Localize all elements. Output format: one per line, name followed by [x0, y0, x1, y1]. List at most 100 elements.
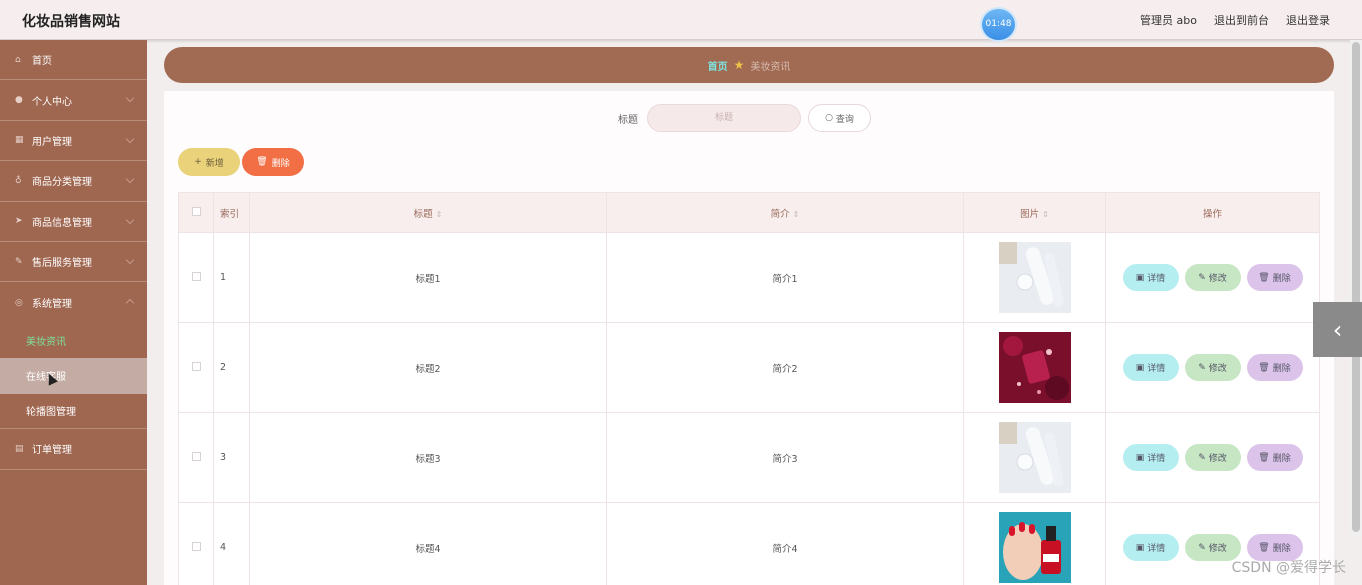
red-cosmetics-photo[interactable]	[998, 332, 1071, 403]
breadcrumb-home-link[interactable]: 首页	[708, 58, 728, 73]
search-button[interactable]: ○ 查询	[808, 104, 871, 132]
sidebar-item-label: 首页	[32, 56, 52, 68]
trash-icon: 🗑	[1258, 272, 1270, 283]
collapse-panel-button[interactable]: ‹	[1313, 302, 1362, 357]
add-button[interactable]: + 新增	[178, 148, 240, 176]
search-icon: ○	[825, 113, 833, 123]
delete-button[interactable]: 🗑 删除	[1246, 264, 1303, 291]
row-checkbox[interactable]	[191, 361, 201, 371]
star-icon: ★	[733, 58, 745, 72]
select-all-cell	[178, 192, 214, 233]
top-right-links: 管理员 abo 退出到前台 退出登录	[1140, 12, 1330, 28]
sidebar: ⌂ 首页 ● 个人中心 ▦ 用户管理 ♁ 商品分类管理 ➤ 商品信息管理 ✎ 售…	[0, 40, 147, 585]
skincare-photo[interactable]	[998, 242, 1071, 313]
edit-button[interactable]: ✎ 修改	[1184, 444, 1241, 471]
admin-user-label: 管理员 abo	[1140, 14, 1197, 27]
header-index: 索引	[213, 192, 250, 233]
delete-button-label: 删除	[271, 158, 290, 169]
sidebar-item-label: 系统管理	[32, 299, 72, 311]
sidebar-item-label: 商品信息管理	[32, 217, 92, 229]
table-row: 2 标题2 简介2 ▣ 详情 ✎ 修改 🗑 删除	[178, 322, 1320, 413]
detail-button-label: 详情	[1147, 544, 1166, 554]
row-intro: 简介3	[606, 412, 964, 503]
row-index: 3	[213, 412, 250, 503]
header-intro[interactable]: 简介 ⇕	[606, 192, 964, 233]
row-title: 标题3	[249, 412, 607, 503]
sidebar-item-label: 售后服务管理	[32, 258, 92, 270]
scrollbar-thumb[interactable]	[1352, 42, 1360, 532]
delete-button-label: 删除	[1272, 454, 1291, 464]
table-row: 1 标题1 简介1 ▣ 详情 ✎ 修改 🗑 删除	[178, 232, 1320, 323]
select-all-checkbox[interactable]	[191, 206, 201, 216]
header-ops: 操作	[1105, 192, 1320, 233]
sort-icon: ⇕	[792, 209, 800, 219]
chevron-up-icon	[125, 299, 135, 308]
detail-button[interactable]: ▣ 详情	[1122, 444, 1179, 471]
sidebar-item-label: 订单管理	[32, 445, 72, 457]
detail-button-label: 详情	[1147, 274, 1166, 284]
sort-icon: ⇕	[435, 209, 443, 219]
header-image[interactable]: 图片 ⇕	[963, 192, 1106, 233]
grid-icon: ▦	[15, 135, 24, 146]
search-title-input[interactable]: 标题	[647, 104, 801, 132]
chevron-down-icon	[125, 255, 135, 265]
sidebar-subitem-online-service[interactable]: 在线客服	[0, 358, 147, 394]
search-button-label: 查询	[835, 114, 854, 125]
breadcrumb-current: 美妆资讯	[750, 61, 791, 73]
edit-button-label: 修改	[1208, 364, 1227, 374]
sidebar-subitem-carousel[interactable]: 轮播图管理	[0, 394, 147, 430]
news-table: 索引 标题 ⇕ 简介 ⇕ 图片 ⇕ 操作 1 标题1 简介1 ▣ 详情 ✎ 修改 🗑 删除 …	[178, 192, 1320, 585]
settings-icon: ◎	[15, 297, 23, 308]
sidebar-item-category-management[interactable]: ♁ 商品分类管理	[0, 161, 147, 202]
detail-button-label: 详情	[1147, 454, 1166, 464]
sidebar-subitem-beauty-news[interactable]: 美妆资讯	[0, 323, 147, 359]
batch-delete-button[interactable]: 🗑 删除	[242, 148, 304, 176]
detail-button[interactable]: ▣ 详情	[1122, 354, 1179, 381]
sidebar-item-order-management[interactable]: ▤ 订单管理	[0, 429, 147, 470]
delete-button[interactable]: 🗑 删除	[1246, 354, 1303, 381]
clock-badge: 01:48	[982, 9, 1015, 40]
sidebar-item-user-management[interactable]: ▦ 用户管理	[0, 121, 147, 162]
detail-button[interactable]: ▣ 详情	[1122, 534, 1179, 561]
delete-button[interactable]: 🗑 删除	[1246, 444, 1303, 471]
chevron-down-icon	[125, 174, 135, 184]
edit-button-label: 修改	[1208, 274, 1227, 284]
sidebar-item-after-sales[interactable]: ✎ 售后服务管理	[0, 242, 147, 283]
row-select-cell	[178, 412, 214, 503]
header-title-label: 标题	[413, 208, 433, 220]
sidebar-item-system-management[interactable]: ◎ 系统管理	[0, 282, 147, 322]
table-icon: ▤	[15, 443, 24, 454]
logout-link[interactable]: 退出登录	[1286, 12, 1330, 28]
chevron-down-icon	[125, 134, 135, 144]
row-checkbox[interactable]	[191, 451, 201, 461]
sidebar-item-home[interactable]: ⌂ 首页	[0, 40, 147, 81]
sidebar-item-personal-center[interactable]: ● 个人中心	[0, 80, 147, 121]
mic-icon: ♁	[15, 175, 22, 186]
edit-button[interactable]: ✎ 修改	[1184, 354, 1241, 381]
row-checkbox[interactable]	[191, 541, 201, 551]
row-index: 1	[213, 232, 250, 323]
nail-polish-photo[interactable]	[998, 512, 1071, 583]
detail-button[interactable]: ▣ 详情	[1122, 264, 1179, 291]
row-intro: 简介1	[606, 232, 964, 323]
header-image-label: 图片	[1020, 208, 1040, 220]
document-icon: ▣	[1135, 452, 1145, 463]
row-checkbox[interactable]	[191, 271, 201, 281]
skincare-photo[interactable]	[998, 422, 1071, 493]
row-index: 2	[213, 322, 250, 413]
trash-icon: 🗑	[256, 157, 268, 167]
sidebar-item-label: 个人中心	[32, 96, 72, 108]
plus-icon: +	[194, 157, 202, 167]
row-index: 4	[213, 502, 250, 585]
exit-to-frontend-link[interactable]: 退出到前台	[1214, 12, 1269, 28]
watermark: CSDN @爱得学长	[1231, 560, 1346, 576]
header-title[interactable]: 标题 ⇕	[249, 192, 607, 233]
sidebar-item-product-management[interactable]: ➤ 商品信息管理	[0, 202, 147, 242]
row-image-cell	[963, 322, 1106, 413]
edit-button[interactable]: ✎ 修改	[1184, 264, 1241, 291]
header-intro-label: 简介	[770, 208, 790, 220]
trash-icon: 🗑	[1258, 362, 1270, 373]
row-select-cell	[178, 232, 214, 323]
row-intro: 简介2	[606, 322, 964, 413]
user-icon: ●	[15, 95, 23, 106]
